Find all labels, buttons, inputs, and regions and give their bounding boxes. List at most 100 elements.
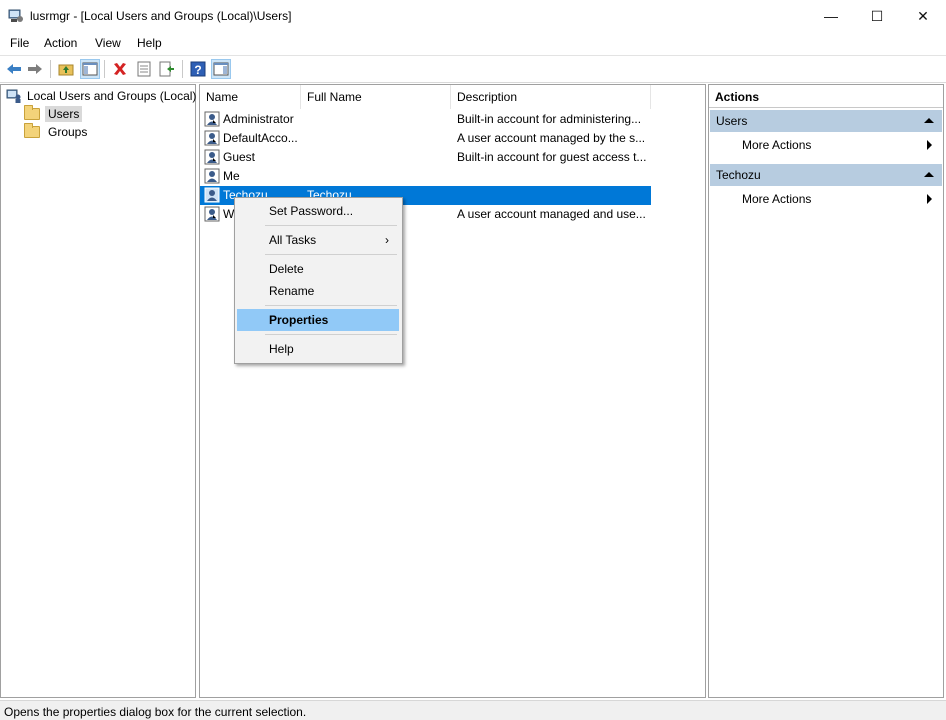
user-description: Built-in account for administering...	[457, 112, 642, 126]
more-actions-techozu[interactable]: More Actions	[710, 189, 942, 209]
actions-section-techozu[interactable]: Techozu	[710, 164, 942, 186]
delete-button[interactable]	[110, 59, 130, 79]
user-description: A user account managed and use...	[457, 207, 646, 221]
status-text: Opens the properties dialog box for the …	[4, 705, 307, 719]
menu-item-properties[interactable]: Properties	[237, 309, 399, 331]
toolbar-separator	[50, 60, 51, 78]
menu-action[interactable]: Action	[44, 36, 77, 50]
status-bar: Opens the properties dialog box for the …	[0, 700, 946, 720]
forward-icon	[28, 64, 42, 74]
help-icon: ?	[190, 61, 206, 77]
actions-section-users[interactable]: Users	[710, 110, 942, 132]
window-title: lusrmgr - [Local Users and Groups (Local…	[30, 9, 292, 23]
user-name: DefaultAcco...	[223, 131, 298, 145]
user-name: Me	[223, 169, 240, 183]
submenu-arrow-icon: ›	[385, 233, 389, 247]
tree-item-users[interactable]: Users	[24, 105, 83, 123]
back-icon	[7, 64, 21, 74]
maximize-button[interactable]: ☐	[854, 0, 900, 32]
export-list-icon	[159, 61, 174, 77]
up-folder-button[interactable]	[56, 59, 76, 79]
user-name: Administrator	[223, 112, 294, 126]
svg-text:?: ?	[194, 63, 201, 77]
tree-item-root[interactable]: Local Users and Groups (Local)	[6, 87, 196, 105]
toolbar-separator	[104, 60, 105, 78]
actions-section-label: Users	[716, 114, 748, 128]
folder-icon	[24, 123, 40, 138]
user-icon	[204, 130, 220, 146]
show-hide-action-pane-icon	[213, 62, 229, 76]
user-name: W	[223, 207, 235, 221]
user-icon	[204, 149, 220, 165]
list-row[interactable]: Guest Built-in account for guest access …	[200, 148, 651, 167]
export-list-button[interactable]	[157, 59, 177, 79]
close-button[interactable]: ✕	[900, 0, 946, 32]
delete-icon	[114, 63, 126, 75]
menu-separator	[265, 334, 397, 335]
collapse-icon[interactable]	[924, 118, 934, 123]
column-header-description[interactable]: Description	[451, 85, 651, 109]
actions-divider	[709, 107, 943, 108]
computer-management-icon	[8, 9, 23, 22]
tree-users-label: Users	[45, 106, 83, 122]
toolbar-separator	[182, 60, 183, 78]
menu-separator	[265, 305, 397, 306]
menu-item-delete[interactable]: Delete	[237, 258, 399, 280]
user-name: Guest	[223, 150, 256, 164]
menu-bar: File Action View Help	[0, 32, 946, 54]
properties-button[interactable]	[134, 59, 154, 79]
computer-users-icon	[6, 89, 21, 103]
title-bar: lusrmgr - [Local Users and Groups (Local…	[0, 0, 946, 32]
user-description: Built-in account for guest access t...	[457, 150, 647, 164]
console-tree: Local Users and Groups (Local) Users Gro…	[0, 84, 196, 698]
user-icon	[204, 206, 220, 222]
more-actions-users[interactable]: More Actions	[710, 135, 942, 155]
column-header-full-name[interactable]: Full Name	[301, 85, 451, 109]
menu-separator	[265, 225, 397, 226]
user-icon	[204, 187, 220, 203]
back-button[interactable]	[4, 59, 24, 79]
menu-item-rename[interactable]: Rename	[237, 280, 399, 302]
folder-icon	[24, 105, 40, 120]
context-menu: Set Password... All Tasks › Delete Renam…	[234, 197, 403, 364]
more-actions-label: More Actions	[742, 138, 812, 152]
menu-item-set-password[interactable]: Set Password...	[237, 200, 399, 222]
show-hide-tree-icon	[82, 62, 98, 76]
list-row[interactable]: DefaultAcco... A user account managed by…	[200, 129, 651, 148]
submenu-arrow-icon	[927, 194, 932, 204]
column-header-name[interactable]: Name	[200, 85, 301, 109]
close-icon: ✕	[917, 7, 929, 24]
collapse-icon[interactable]	[924, 172, 934, 177]
submenu-arrow-icon	[927, 140, 932, 150]
toolbar: ?	[0, 55, 946, 83]
help-button[interactable]: ?	[188, 59, 208, 79]
show-hide-action-pane-button[interactable]	[211, 59, 231, 79]
tree-groups-label: Groups	[48, 125, 88, 139]
minimize-button[interactable]: —	[808, 0, 854, 32]
up-folder-icon	[58, 64, 74, 76]
maximize-icon: ☐	[870, 7, 884, 24]
menu-help[interactable]: Help	[137, 36, 162, 50]
tree-root-label: Local Users and Groups (Local)	[27, 89, 197, 103]
user-icon	[204, 111, 220, 127]
user-icon	[204, 168, 220, 184]
menu-file[interactable]: File	[10, 36, 29, 50]
actions-section-label: Techozu	[716, 168, 761, 182]
actions-pane: Actions Users More Actions Techozu More …	[708, 84, 944, 698]
list-row[interactable]: Me	[200, 167, 651, 186]
more-actions-label: More Actions	[742, 192, 812, 206]
users-list: Name Full Name Description Administrator…	[199, 84, 706, 698]
show-hide-tree-button[interactable]	[80, 59, 100, 79]
all-tasks-label: All Tasks	[269, 233, 317, 247]
forward-button[interactable]	[25, 59, 45, 79]
tree-item-groups[interactable]: Groups	[24, 123, 90, 141]
user-description: A user account managed by the s...	[457, 131, 646, 145]
menu-separator	[265, 254, 397, 255]
list-row[interactable]: Administrator Built-in account for admin…	[200, 110, 651, 129]
menu-item-help[interactable]: Help	[237, 338, 399, 360]
menu-view[interactable]: View	[95, 36, 121, 50]
properties-icon	[137, 61, 151, 77]
actions-title: Actions	[715, 90, 760, 104]
minimize-icon: —	[824, 8, 838, 24]
menu-item-all-tasks[interactable]: All Tasks ›	[237, 229, 399, 251]
